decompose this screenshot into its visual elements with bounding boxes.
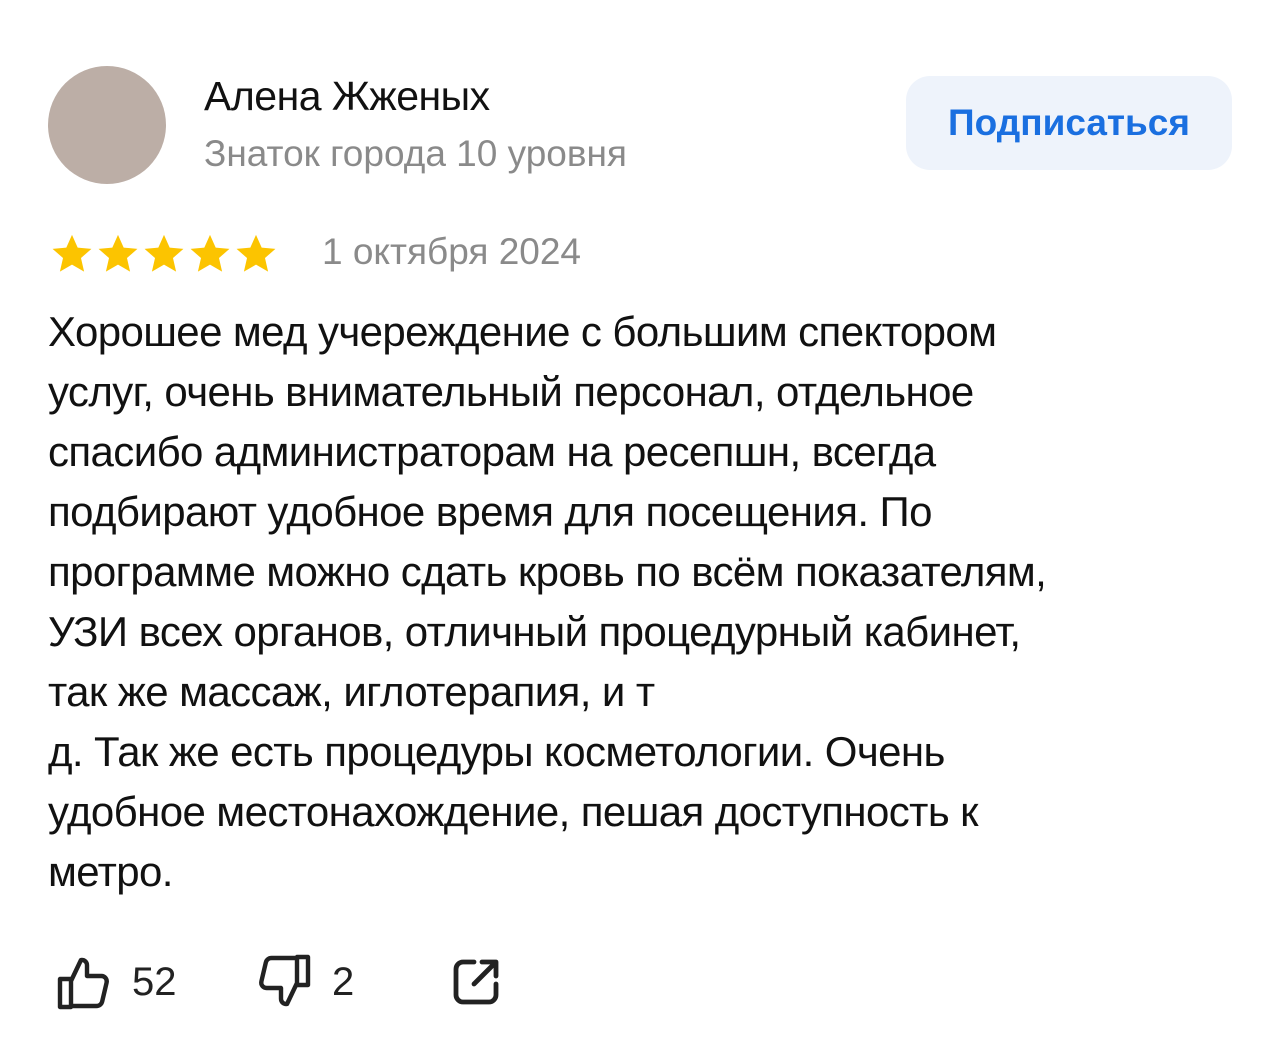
author-name[interactable]: Алена Жженых	[204, 70, 490, 122]
star-icon	[52, 234, 92, 272]
review-text-line: программе можно сдать кровь по всём пока…	[48, 548, 1047, 595]
review-text-line: УЗИ всех органов, отличный процедурный к…	[48, 608, 1021, 655]
like-button[interactable]: 52	[56, 952, 196, 1012]
dislike-count: 2	[332, 959, 355, 1004]
review-text: Хорошее мед учереждение с большим спекто…	[48, 302, 1248, 902]
share-icon	[453, 959, 499, 1005]
review-text-line: услуг, очень внимательный персонал, отде…	[48, 368, 974, 415]
share-button[interactable]	[448, 954, 504, 1010]
thumbs-down-icon	[259, 954, 311, 1007]
review-text-line: спасибо администраторам на ресепшн, всег…	[48, 428, 936, 475]
review-text-line: метро.	[48, 848, 173, 895]
review-text-line: подбирают удобное время для посещения. П…	[48, 488, 932, 535]
review-text-line: удобное местонахождение, пешая доступнос…	[48, 788, 979, 835]
review-text-line: д. Так же есть процедуры косметологии. О…	[48, 728, 945, 775]
author-level: Знаток города 10 уровня	[204, 133, 627, 174]
rating-stars	[50, 232, 278, 276]
subscribe-button[interactable]: Подписаться	[906, 76, 1232, 170]
star-icon	[236, 234, 276, 272]
review-actions: 52 2	[56, 950, 504, 1014]
thumbs-up-icon	[57, 957, 109, 1010]
review-date: 1 октября 2024	[322, 231, 581, 272]
dislike-button[interactable]: 2	[256, 952, 428, 1012]
star-icon	[144, 234, 184, 272]
review-text-line: Хорошее мед учереждение с большим спекто…	[48, 308, 997, 355]
like-count: 52	[132, 959, 177, 1004]
review-text-line: так же массаж, иглотерапия, и т	[48, 668, 655, 715]
star-icon	[190, 234, 230, 272]
avatar[interactable]	[48, 66, 166, 184]
star-icon	[98, 234, 138, 272]
